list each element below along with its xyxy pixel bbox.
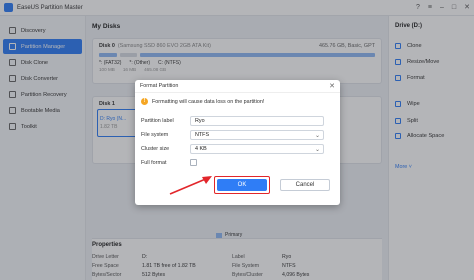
dialog-title: Format Partition <box>140 83 179 89</box>
format-partition-dialog: Format Partition ✕ ! Formatting will cau… <box>135 80 340 205</box>
file-system-select[interactable]: NTFS ⌄ <box>190 130 324 140</box>
chevron-down-icon: ⌄ <box>314 133 320 139</box>
warning-icon: ! <box>141 98 148 105</box>
full-format-checkbox[interactable] <box>190 159 197 166</box>
partition-label-input[interactable]: Ryo <box>190 116 324 126</box>
cancel-button[interactable]: Cancel <box>280 179 330 191</box>
full-format-row: Full format <box>141 159 197 166</box>
cluster-size-select[interactable]: 4 KB ⌄ <box>190 144 324 154</box>
file-system-row: File system NTFS ⌄ <box>141 130 324 140</box>
partition-label-row: Partition label Ryo <box>141 116 324 126</box>
ok-button[interactable]: OK <box>217 179 267 191</box>
warning-message: ! Formatting will cause data loss on the… <box>141 98 264 105</box>
annotation-arrow-icon <box>169 176 212 195</box>
cluster-size-row: Cluster size 4 KB ⌄ <box>141 144 324 154</box>
close-icon[interactable]: ✕ <box>329 82 335 90</box>
chevron-down-icon: ⌄ <box>314 147 320 153</box>
